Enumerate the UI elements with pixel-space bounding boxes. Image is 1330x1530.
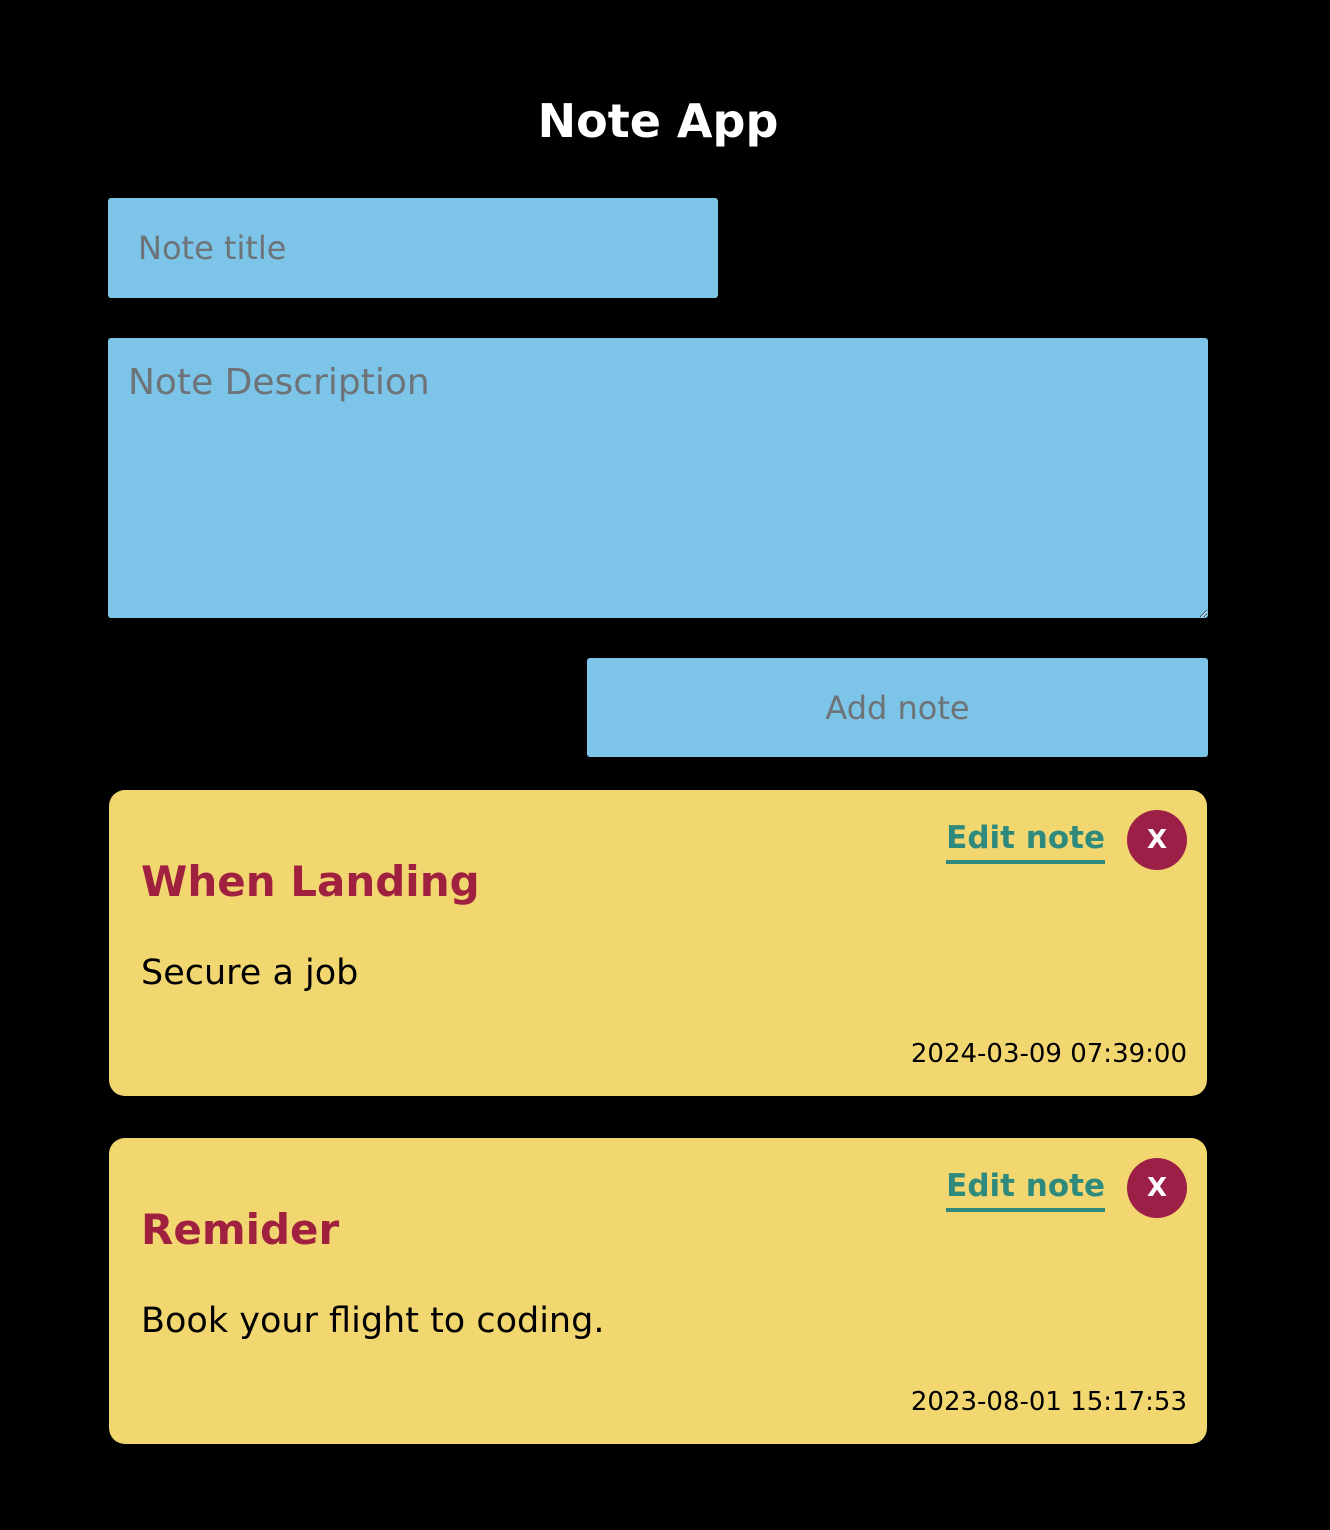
note-title: Remider xyxy=(141,1205,340,1254)
note-description: Secure a job xyxy=(141,953,359,993)
delete-note-button[interactable]: X xyxy=(1127,810,1187,870)
add-note-button[interactable]: Add note xyxy=(587,658,1208,757)
note-app: Note App Add note Edit note X When Landi… xyxy=(0,0,1330,1530)
note-description: Book your flight to coding. xyxy=(141,1301,605,1341)
edit-note-link[interactable]: Edit note xyxy=(946,818,1105,864)
note-date: 2024-03-09 07:39:00 xyxy=(910,1039,1187,1069)
note-description-input[interactable] xyxy=(108,338,1208,618)
edit-note-link[interactable]: Edit note xyxy=(946,1166,1105,1212)
delete-note-button[interactable]: X xyxy=(1127,1158,1187,1218)
note-title-input[interactable] xyxy=(108,198,718,298)
note-card: Edit note X Remider Book your flight to … xyxy=(109,1138,1207,1444)
note-date: 2023-08-01 15:17:53 xyxy=(910,1387,1187,1417)
note-card: Edit note X When Landing Secure a job 20… xyxy=(109,790,1207,1096)
page-title: Note App xyxy=(537,94,779,148)
note-title: When Landing xyxy=(141,857,480,906)
